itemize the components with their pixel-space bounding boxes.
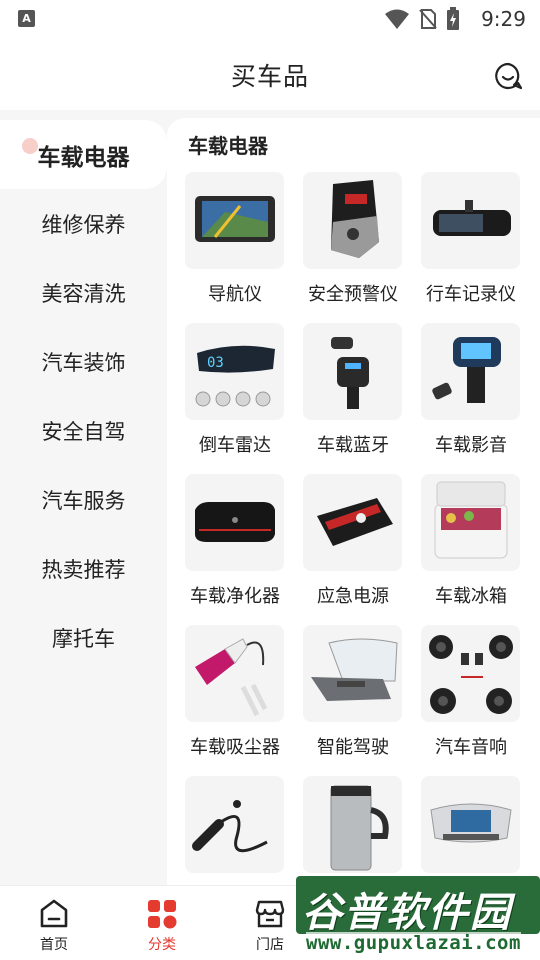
tab-category[interactable]: 分类 xyxy=(108,886,216,960)
dash-screen-image xyxy=(421,776,520,873)
sidebar-item-label: 摩托车 xyxy=(52,626,115,651)
category-sidebar: 车载电器 维修保养 美容清洗 汽车装饰 安全自驾 汽车服务 热卖推荐 摩托车 xyxy=(0,118,167,885)
wifi-icon xyxy=(385,9,409,29)
no-sim-icon xyxy=(419,9,437,29)
sidebar-item-maintenance[interactable]: 维修保养 xyxy=(0,189,167,258)
store-icon xyxy=(255,900,285,928)
status-bar: A 9:29 xyxy=(0,0,540,38)
product-item[interactable] xyxy=(303,776,403,885)
sidebar-item-motorcycle[interactable]: 摩托车 xyxy=(0,603,167,672)
sidebar-item-label: 车载电器 xyxy=(37,144,130,171)
sidebar-item-safe-driving[interactable]: 安全自驾 xyxy=(0,396,167,465)
app-header: 买车品 xyxy=(0,38,540,110)
clock: 9:29 xyxy=(481,7,526,31)
product-item[interactable] xyxy=(421,776,521,885)
sidebar-item-car-electronics[interactable]: 车载电器 xyxy=(0,120,167,189)
svg-text:03: 03 xyxy=(207,355,224,371)
air-purifier-image xyxy=(185,474,284,571)
watermark-title: 谷普软件园 xyxy=(302,890,512,936)
tab-home[interactable]: 首页 xyxy=(0,886,108,960)
sidebar-item-label: 汽车装饰 xyxy=(41,350,126,375)
jump-starter-image xyxy=(303,474,402,571)
category-content: 车载电器 导航仪 安全预警仪 行车记录仪 03 倒车雷达 车载蓝牙 车载影音 车… xyxy=(167,118,540,885)
product-item[interactable]: 车载影音 xyxy=(421,323,521,463)
product-item[interactable]: 行车记录仪 xyxy=(421,172,521,312)
tab-label: 首页 xyxy=(40,937,68,953)
charger-cable-image xyxy=(185,776,284,873)
hud-display-image xyxy=(303,625,402,722)
mirror-dashcam-image xyxy=(421,172,520,269)
sidebar-item-label: 美容清洗 xyxy=(41,281,126,306)
product-label: 行车记录仪 xyxy=(426,284,516,305)
status-icons xyxy=(384,7,460,31)
sidebar-item-label: 汽车服务 xyxy=(41,488,126,513)
product-item[interactable]: 车载净化器 xyxy=(185,474,285,614)
vacuum-cleaner-image xyxy=(185,625,284,722)
product-item[interactable]: 03 倒车雷达 xyxy=(185,323,285,463)
app-notification-icon: A xyxy=(18,10,35,27)
watermark-banner: 谷普软件园 xyxy=(296,876,540,936)
radar-detector-image xyxy=(303,172,402,269)
home-icon xyxy=(40,899,68,928)
watermark-url: www.gupuxlazai.com xyxy=(306,932,521,954)
product-label: 车载净化器 xyxy=(190,586,280,607)
tab-label: 分类 xyxy=(148,937,176,953)
car-fridge-image xyxy=(421,474,520,571)
product-label: 倒车雷达 xyxy=(199,435,271,456)
product-label: 车载蓝牙 xyxy=(317,435,389,456)
product-label: 车载吸尘器 xyxy=(190,737,280,758)
heated-mug-image xyxy=(303,776,402,873)
sidebar-item-label: 热卖推荐 xyxy=(41,557,126,582)
product-label: 车载影音 xyxy=(435,435,507,456)
product-label: 安全预警仪 xyxy=(308,284,398,305)
product-label: 智能驾驶 xyxy=(317,737,389,758)
bluetooth-transmitter-image xyxy=(303,323,402,420)
product-label: 应急电源 xyxy=(317,586,389,607)
product-item[interactable]: 安全预警仪 xyxy=(303,172,403,312)
product-item[interactable]: 车载蓝牙 xyxy=(303,323,403,463)
site-watermark: 谷普软件园 www.gupuxlazai.com xyxy=(296,876,540,960)
category-grid-icon xyxy=(148,900,177,929)
sidebar-item-label: 维修保养 xyxy=(41,212,126,237)
page-title: 买车品 xyxy=(230,62,309,91)
sidebar-item-car-service[interactable]: 汽车服务 xyxy=(0,465,167,534)
product-item[interactable]: 应急电源 xyxy=(303,474,403,614)
product-item[interactable]: 汽车音响 xyxy=(421,625,521,765)
product-label: 汽车音响 xyxy=(435,737,507,758)
product-item[interactable] xyxy=(185,776,285,885)
product-item[interactable]: 车载吸尘器 xyxy=(185,625,285,765)
product-item[interactable]: 智能驾驶 xyxy=(303,625,403,765)
battery-charging-icon xyxy=(447,7,459,30)
sidebar-item-hot-picks[interactable]: 热卖推荐 xyxy=(0,534,167,603)
section-title: 车载电器 xyxy=(188,134,268,158)
sidebar-item-label: 安全自驾 xyxy=(41,419,126,444)
gps-navigator-image xyxy=(185,172,284,269)
product-label: 车载冰箱 xyxy=(435,586,507,607)
fm-transmitter-image xyxy=(421,323,520,420)
sidebar-item-decoration[interactable]: 汽车装饰 xyxy=(0,327,167,396)
sidebar-item-beauty-wash[interactable]: 美容清洗 xyxy=(0,258,167,327)
parking-sensor-image: 03 xyxy=(185,323,284,420)
product-item[interactable]: 导航仪 xyxy=(185,172,285,312)
product-label: 导航仪 xyxy=(208,284,262,305)
car-speakers-image xyxy=(421,625,520,722)
product-item[interactable]: 车载冰箱 xyxy=(421,474,521,614)
chat-bubble-icon[interactable] xyxy=(494,62,522,90)
